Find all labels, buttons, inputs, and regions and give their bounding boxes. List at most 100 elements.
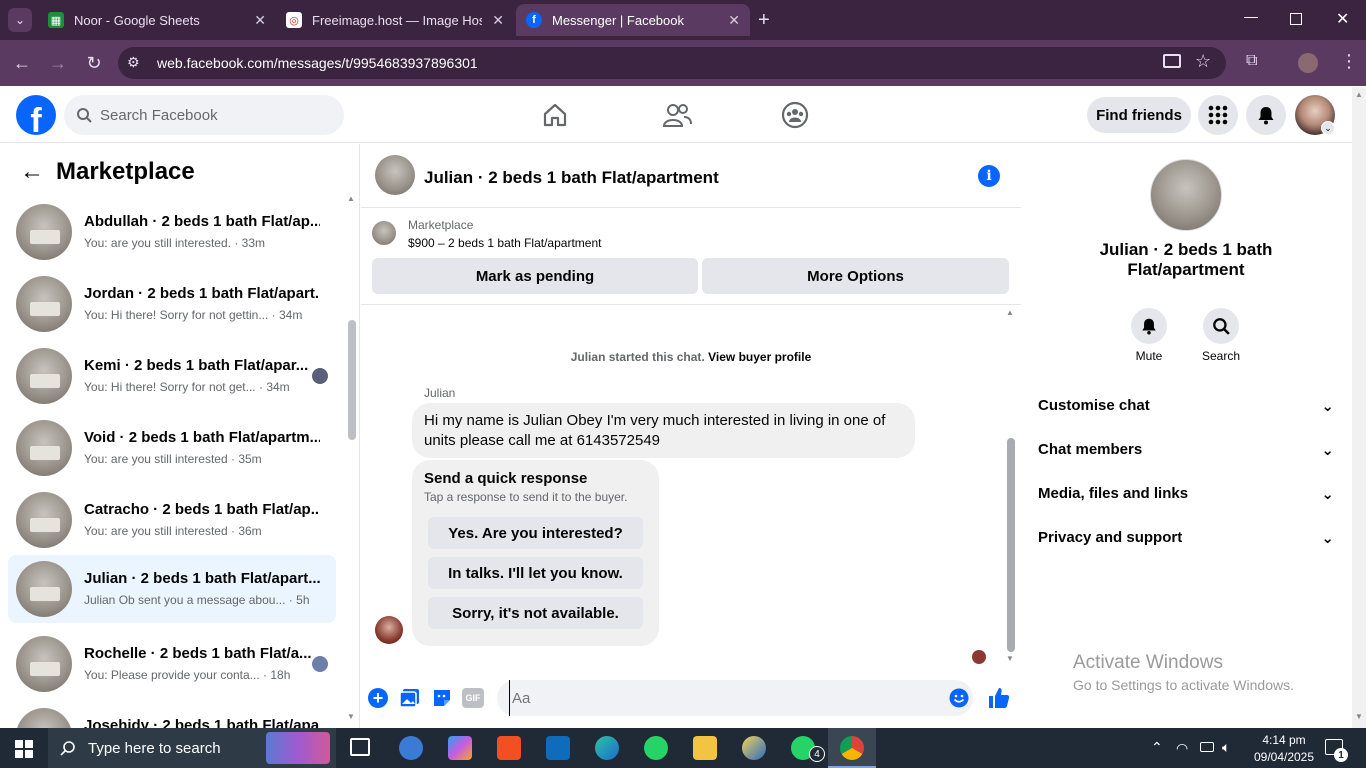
message-input[interactable]: [509, 680, 929, 716]
page-scrollbar[interactable]: [1352, 87, 1366, 728]
emoji-icon[interactable]: [949, 688, 969, 708]
back-arrow-icon[interactable]: ←: [11, 52, 33, 74]
scrollbar-up-icon[interactable]: ▲: [1006, 308, 1014, 317]
contact-avatar[interactable]: [1150, 159, 1222, 231]
battery-icon[interactable]: [1200, 742, 1214, 752]
quick-response-not-available[interactable]: Sorry, it's not available.: [428, 597, 643, 629]
list-item[interactable]: Kemi · 2 beds 1 bath Flat/apar... You: H…: [8, 342, 336, 410]
notifications-button[interactable]: [1246, 95, 1286, 135]
clock-time[interactable]: 4:14 pm: [1256, 733, 1312, 747]
scrollbar-down-icon[interactable]: ▼: [1006, 654, 1014, 663]
photo-icon[interactable]: [399, 687, 421, 709]
list-item[interactable]: Void · 2 beds 1 bath Flat/apartm... You:…: [8, 414, 336, 482]
install-app-icon[interactable]: [1163, 54, 1181, 68]
find-friends-button[interactable]: Find friends: [1087, 97, 1191, 133]
sender-avatar[interactable]: [375, 616, 403, 644]
reload-icon[interactable]: ↻: [83, 52, 105, 74]
outlook-icon[interactable]: [546, 736, 570, 760]
search-label: Search: [1201, 349, 1241, 363]
list-item-active[interactable]: Julian · 2 beds 1 bath Flat/apart... Jul…: [8, 555, 336, 623]
url-text[interactable]: web.facebook.com/messages/t/995468393789…: [157, 55, 478, 71]
mark-pending-button[interactable]: Mark as pending: [372, 258, 698, 294]
bookmark-star-icon[interactable]: ☆: [1195, 51, 1211, 72]
gif-icon[interactable]: GIF: [462, 688, 484, 708]
info-icon[interactable]: i: [978, 165, 1000, 187]
view-buyer-profile-link[interactable]: View buyer profile: [708, 350, 811, 364]
close-icon[interactable]: ✕: [728, 12, 740, 29]
listing-thumbnail[interactable]: [372, 221, 396, 245]
search-chat-button[interactable]: [1203, 308, 1239, 344]
forward-arrow-icon[interactable]: →: [47, 52, 69, 74]
groups-icon[interactable]: [781, 101, 809, 129]
edge-icon[interactable]: [595, 736, 619, 760]
scrollbar-track[interactable]: [346, 194, 356, 722]
list-item[interactable]: Josehidy · 2 beds 1 bath Flat/apa...: [8, 702, 336, 728]
profile-avatar[interactable]: [1298, 53, 1318, 73]
menu-grid-button[interactable]: [1198, 95, 1238, 135]
chat-avatar[interactable]: [375, 155, 415, 195]
list-item[interactable]: Catracho · 2 beds 1 bath Flat/ap... You:…: [8, 486, 336, 554]
extensions-icon[interactable]: ⧉: [1246, 52, 1257, 70]
divider: [361, 304, 1021, 305]
quick-response-yes[interactable]: Yes. Are you interested?: [428, 517, 643, 549]
facebook-search[interactable]: [64, 95, 344, 135]
message-composer[interactable]: [497, 680, 973, 716]
app-icon[interactable]: [742, 736, 766, 760]
clock-date[interactable]: 09/04/2025: [1250, 750, 1318, 764]
listing-title[interactable]: $900 – 2 beds 1 bath Flat/apartment: [408, 236, 601, 250]
whatsapp-icon[interactable]: [644, 736, 668, 760]
list-item[interactable]: Abdullah · 2 beds 1 bath Flat/ap... You:…: [8, 198, 336, 266]
list-item[interactable]: Rochelle · 2 beds 1 bath Flat/a... You: …: [8, 630, 336, 698]
search-input[interactable]: [100, 95, 330, 135]
close-icon[interactable]: ✕: [492, 12, 504, 29]
scrollbar-up-icon[interactable]: ▲: [1355, 90, 1363, 99]
copilot-icon[interactable]: [448, 736, 472, 760]
sender-name: Julian: [424, 386, 456, 400]
chat-title[interactable]: Julian · 2 beds 1 bath Flat/apartment: [424, 168, 719, 188]
ccleaner-icon[interactable]: [399, 736, 423, 760]
scrollbar-up-icon[interactable]: ▲: [347, 194, 355, 203]
seen-avatar: [312, 656, 328, 672]
site-settings-icon[interactable]: ⚙: [127, 54, 140, 71]
back-arrow-icon[interactable]: ←: [20, 158, 44, 186]
list-item[interactable]: Jordan · 2 beds 1 bath Flat/apart... You…: [8, 270, 336, 338]
scrollbar-down-icon[interactable]: ▼: [1355, 712, 1363, 721]
new-tab-button[interactable]: +: [758, 8, 778, 32]
more-options-button[interactable]: More Options: [702, 258, 1009, 294]
wifi-icon[interactable]: ◠: [1176, 740, 1188, 757]
search-icon: [60, 741, 75, 756]
windows-start-icon[interactable]: [15, 740, 33, 758]
quick-response-in-talks[interactable]: In talks. I'll let you know.: [428, 557, 643, 589]
minimize-icon[interactable]: —: [1244, 8, 1258, 24]
facebook-logo[interactable]: f: [16, 95, 56, 135]
sticker-icon[interactable]: [431, 687, 453, 709]
mute-button[interactable]: [1131, 308, 1167, 344]
restore-icon[interactable]: [1290, 13, 1302, 25]
store-icon[interactable]: [497, 736, 521, 760]
tab-google-sheets[interactable]: ▦ Noor - Google Sheets ✕: [38, 4, 276, 36]
thumbs-up-icon[interactable]: [987, 686, 1011, 710]
file-explorer-icon[interactable]: [693, 736, 717, 760]
account-chevron-icon[interactable]: ⌄: [1321, 121, 1335, 135]
scrollbar-down-icon[interactable]: ▼: [347, 712, 355, 721]
add-attachment-icon[interactable]: +: [368, 688, 388, 708]
tray-chevron-icon[interactable]: ⌃: [1151, 739, 1163, 756]
taskbar-search[interactable]: Type here to search: [48, 728, 336, 768]
scrollbar-thumb[interactable]: [348, 320, 356, 440]
home-icon[interactable]: [541, 101, 569, 129]
section-chat-members[interactable]: Chat members ⌄: [1038, 441, 1338, 459]
friends-icon[interactable]: [662, 101, 692, 129]
message-bubble[interactable]: Hi my name is Julian Obey I'm very much …: [412, 403, 915, 458]
section-customise-chat[interactable]: Customise chat ⌄: [1038, 397, 1338, 415]
close-icon[interactable]: ✕: [254, 12, 266, 29]
tab-freeimage[interactable]: ◎ Freeimage.host — Image Hostin ✕: [276, 4, 514, 36]
browser-menu-icon[interactable]: ⋮: [1340, 51, 1358, 72]
tab-search-button[interactable]: ⌄: [8, 8, 32, 32]
volume-icon[interactable]: 🔈︎: [1222, 739, 1230, 756]
tab-messenger[interactable]: f Messenger | Facebook ✕: [516, 4, 750, 36]
task-view-icon[interactable]: [350, 738, 370, 756]
section-privacy-support[interactable]: Privacy and support ⌄: [1038, 529, 1338, 547]
close-window-icon[interactable]: ✕: [1336, 9, 1349, 29]
scrollbar-thumb[interactable]: [1007, 438, 1015, 652]
section-media-files[interactable]: Media, files and links ⌄: [1038, 485, 1338, 503]
